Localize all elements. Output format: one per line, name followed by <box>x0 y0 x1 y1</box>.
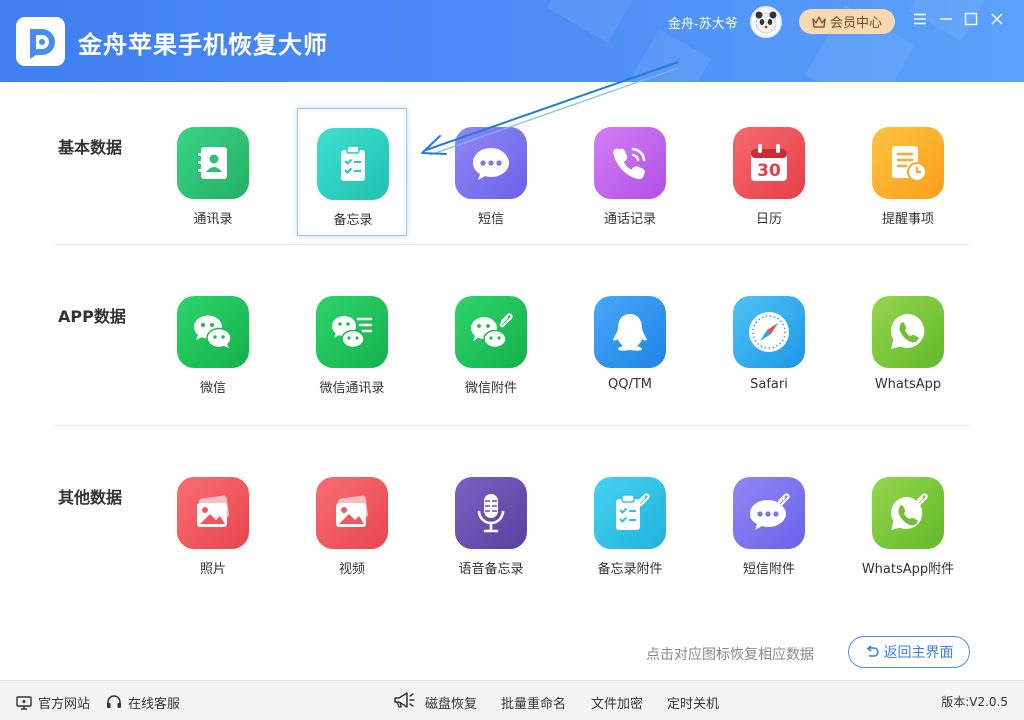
back-to-main-button[interactable]: 返回主界面 <box>848 636 970 668</box>
online-service-link[interactable]: 在线客服 <box>106 693 180 712</box>
file-encrypt-link[interactable]: 文件加密 <box>591 693 643 712</box>
online-service-label: 在线客服 <box>128 697 181 712</box>
guide-arrow <box>421 61 679 156</box>
app-window: 金舟苹果手机恢复大师 金舟-苏大爷 会员中心 基本数据 APP数据 其他数据 通… <box>0 0 1024 720</box>
disk-recovery-link[interactable]: 磁盘恢复 <box>425 693 477 712</box>
monitor-icon <box>16 695 32 710</box>
official-site-link[interactable]: 官方网站 <box>16 693 90 712</box>
footer-bar: 官方网站 在线客服 磁盘恢复 批量重命名 文件加密 定时关机 版本:V2.0.5 <box>0 680 1024 720</box>
hint-text: 点击对应图标恢复相应数据 <box>646 647 814 663</box>
version-label: 版本:V2.0.5 <box>941 695 1008 709</box>
megaphone-icon <box>393 691 415 709</box>
headset-icon <box>107 695 121 708</box>
batch-rename-link[interactable]: 批量重命名 <box>501 693 566 712</box>
scheduled-shutdown-link[interactable]: 定时关机 <box>667 693 719 712</box>
back-button-label: 返回主界面 <box>883 645 954 661</box>
return-icon <box>866 645 879 657</box>
official-site-label: 官方网站 <box>38 697 91 712</box>
